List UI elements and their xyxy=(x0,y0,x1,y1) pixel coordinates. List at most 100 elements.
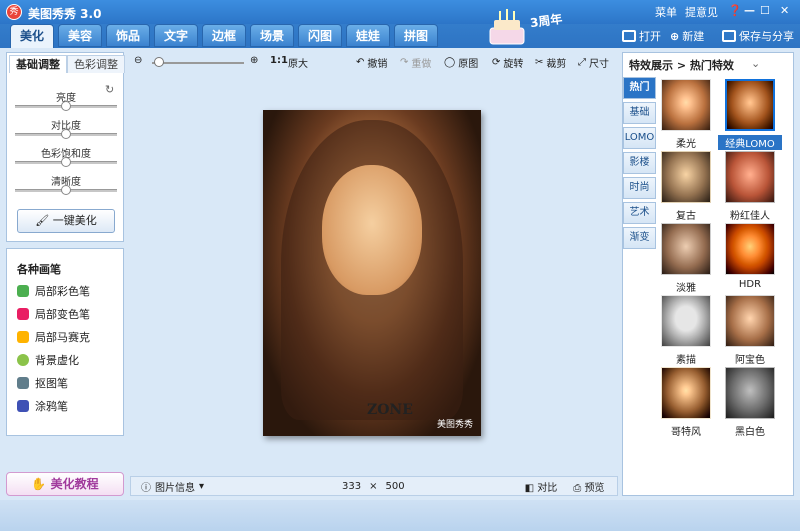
new-button[interactable]: ⊕ 新建 xyxy=(670,28,704,44)
photo-canvas[interactable]: ZONE 美图秀秀 xyxy=(263,110,481,436)
rotate-icon: ⟳ xyxy=(492,57,501,68)
image-width: 333 xyxy=(342,480,362,492)
category-hot[interactable]: 热门 xyxy=(623,77,656,99)
plus-icon: ⊕ xyxy=(670,29,680,43)
category-gradient[interactable]: 渐变 xyxy=(623,227,656,249)
zoom-in-icon[interactable]: ⊕ xyxy=(250,55,258,66)
minimize-icon[interactable]: — xyxy=(744,4,755,17)
hand-icon: ✋ xyxy=(31,477,47,491)
feedback-button[interactable]: 提意见 xyxy=(685,4,718,20)
tutorial-button[interactable]: ✋ 美化教程 xyxy=(6,472,124,496)
recolor-brush-icon xyxy=(17,308,29,320)
contrast-slider[interactable] xyxy=(15,129,117,139)
scissors-icon: ✂ xyxy=(535,57,544,68)
tab-color-adjust[interactable]: 色彩调整 xyxy=(67,55,125,73)
info-icon: ⓘ xyxy=(141,482,151,494)
image-info-button[interactable]: 图片信息 xyxy=(155,479,195,494)
tab-text[interactable]: 文字 xyxy=(154,24,198,47)
cutout-icon xyxy=(17,377,29,389)
preview-button[interactable]: ⎙ 预览 xyxy=(573,479,604,494)
crop-button[interactable]: ✂ 裁剪 xyxy=(535,55,566,70)
photo-face xyxy=(322,165,422,295)
brushes-title: 各种画笔 xyxy=(17,263,61,276)
original-size-button[interactable]: 原大 xyxy=(288,55,308,70)
effect-thumb-lomo[interactable] xyxy=(725,79,775,131)
effect-thumb-abao[interactable] xyxy=(725,295,775,347)
effect-label-hdr: HDR xyxy=(738,279,762,290)
category-studio[interactable]: 影楼 xyxy=(623,152,656,174)
wand-icon: 🖌 xyxy=(35,214,50,227)
brush-panel: 各种画笔 局部彩色笔 局部变色笔 局部马赛克 背景虚化 抠图笔 涂鸦笔 xyxy=(6,248,124,436)
app-window: 秀 美图秀秀 3.0 菜单 提意见 ❓ — ☐ ✕ 3周年 美化 美容 饰品 文… xyxy=(0,0,800,531)
ratio-button[interactable]: 1:1 xyxy=(270,55,288,66)
undo-icon: ↶ xyxy=(356,57,365,68)
tab-collage[interactable]: 拼图 xyxy=(394,24,438,47)
zoom-out-icon[interactable]: ⊖ xyxy=(134,55,142,66)
chevron-down-icon[interactable]: ⌄ xyxy=(751,57,760,70)
category-fashion[interactable]: 时尚 xyxy=(623,177,656,199)
brush-doodle[interactable]: 涂鸦笔 xyxy=(17,398,68,414)
compare-icon: ◧ xyxy=(524,482,535,494)
title-bar: 秀 美图秀秀 3.0 菜单 提意见 ❓ — ☐ ✕ xyxy=(0,0,800,24)
adjust-panel: 基础调整 色彩调整 ↻ 亮度 对比度 色彩饱和度 清晰度 🖌 一键美化 xyxy=(6,52,125,242)
effect-thumb-bw[interactable] xyxy=(725,367,775,419)
blur-icon xyxy=(17,354,29,366)
original-button[interactable]: ◯ 原图 xyxy=(444,55,478,70)
canvas-toolbar: ⊖ ⊕ 1:1 原大 ↶ 撤销 ↷ 重做 ◯ 原图 ⟳ 旋转 ✂ 裁剪 ⤢ 尺寸 xyxy=(130,52,618,72)
brush-background-blur[interactable]: 背景虚化 xyxy=(17,352,79,368)
save-icon xyxy=(722,30,736,42)
pen-icon xyxy=(17,400,29,412)
brightness-slider[interactable] xyxy=(15,101,117,111)
effects-breadcrumb: 特效展示 > 热门特效 xyxy=(629,59,734,72)
brush-mosaic[interactable]: 局部马赛克 xyxy=(17,329,90,345)
maximize-icon[interactable]: ☐ xyxy=(760,4,770,17)
brush-local-recolor[interactable]: 局部变色笔 xyxy=(17,306,90,322)
size-button[interactable]: ⤢ 尺寸 xyxy=(578,55,609,70)
tab-basic-adjust[interactable]: 基础调整 xyxy=(9,55,67,73)
effect-thumb-pink[interactable] xyxy=(725,151,775,203)
effect-label-pink: 粉红佳人 xyxy=(730,211,770,222)
open-button[interactable]: 打开 xyxy=(622,28,661,44)
effect-label-elegant: 淡雅 xyxy=(676,283,696,294)
effect-thumb-hdr[interactable] xyxy=(725,223,775,275)
brush-local-color[interactable]: 局部彩色笔 xyxy=(17,283,90,299)
effect-thumb-elegant[interactable] xyxy=(661,223,711,275)
shirt-text: ZONE xyxy=(367,402,413,418)
zoom-knob[interactable] xyxy=(154,57,164,67)
menu-button[interactable]: 菜单 xyxy=(655,4,677,20)
resize-icon: ⤢ xyxy=(578,57,586,68)
redo-button[interactable]: ↷ 重做 xyxy=(400,55,431,70)
effect-label-sketch: 素描 xyxy=(676,355,696,366)
effect-thumb-gothic[interactable] xyxy=(661,367,711,419)
chevron-down-icon[interactable]: ▾ xyxy=(199,481,204,492)
effect-label-lomo: 经典LOMO xyxy=(718,135,782,150)
help-icon[interactable]: ❓ xyxy=(728,4,742,17)
effect-thumb-soft[interactable] xyxy=(661,79,711,131)
effect-label-abao: 阿宝色 xyxy=(735,355,765,366)
sharpness-slider[interactable] xyxy=(15,185,117,195)
compare-button[interactable]: ◧ 对比 xyxy=(525,479,558,494)
status-bar: ⓘ 图片信息 ▾ 333 × 500 ◧ 对比 ⎙ 预览 xyxy=(130,476,618,496)
effect-thumb-sketch[interactable] xyxy=(661,295,711,347)
category-art[interactable]: 艺术 xyxy=(623,202,656,224)
one-click-beautify-button[interactable]: 🖌 一键美化 xyxy=(17,209,115,233)
tab-face[interactable]: 美容 xyxy=(58,24,102,47)
tab-doll[interactable]: 娃娃 xyxy=(346,24,390,47)
tab-border[interactable]: 边框 xyxy=(202,24,246,47)
color-brush-icon xyxy=(17,285,29,297)
category-basic[interactable]: 基础 xyxy=(623,102,656,124)
redo-icon: ↷ xyxy=(400,57,409,68)
zoom-slider[interactable] xyxy=(152,62,244,64)
saturation-slider[interactable] xyxy=(15,157,117,167)
tab-scene[interactable]: 场景 xyxy=(250,24,294,47)
undo-button[interactable]: ↶ 撤销 xyxy=(356,55,387,70)
save-share-button[interactable]: 保存与分享 xyxy=(722,28,794,44)
brush-cutout[interactable]: 抠图笔 xyxy=(17,375,68,391)
tab-beautify[interactable]: 美化 xyxy=(10,24,54,48)
effect-thumb-retro[interactable] xyxy=(661,151,711,203)
tab-flash[interactable]: 闪图 xyxy=(298,24,342,47)
tab-accessories[interactable]: 饰品 xyxy=(106,24,150,47)
close-icon[interactable]: ✕ xyxy=(780,4,789,17)
category-lomo[interactable]: LOMO xyxy=(623,127,656,149)
rotate-button[interactable]: ⟳ 旋转 xyxy=(492,55,523,70)
